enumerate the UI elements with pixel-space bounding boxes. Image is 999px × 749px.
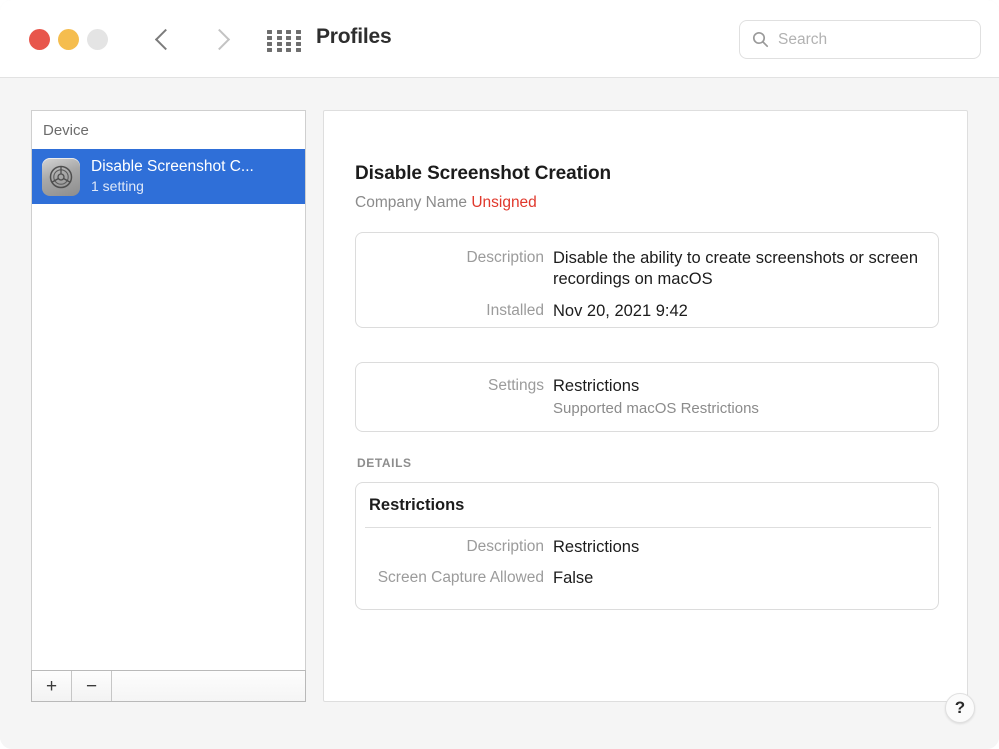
installed-value: Nov 20, 2021 9:42	[553, 302, 688, 320]
chevron-right-icon	[213, 28, 226, 50]
details-screen-capture-label: Screen Capture Allowed	[377, 569, 544, 586]
back-button[interactable]	[145, 22, 179, 56]
status-badge-unsigned: Unsigned	[471, 194, 537, 211]
sidebar-header-device: Device	[32, 111, 305, 149]
grid-dot	[276, 42, 282, 46]
settings-value: Restrictions	[553, 377, 640, 395]
description-row: Description Disable the ability to creat…	[356, 248, 938, 290]
grid-dot	[267, 30, 272, 34]
grid-dot	[286, 42, 291, 46]
details-description-row: Description Restrictions	[356, 537, 938, 558]
zoom-window-button[interactable]	[87, 29, 108, 50]
remove-profile-button[interactable]: −	[72, 671, 112, 701]
grid-dot	[276, 48, 282, 52]
grid-dot	[295, 42, 301, 46]
grid-dot	[276, 30, 282, 34]
forward-button[interactable]	[202, 22, 236, 56]
sidebar-footer-spacer	[112, 671, 305, 701]
traffic-light-controls	[29, 29, 108, 50]
grid-apps-icon[interactable]	[266, 29, 304, 52]
details-description-value: Restrictions	[553, 538, 640, 556]
minimize-window-button[interactable]	[58, 29, 79, 50]
installed-row: Installed Nov 20, 2021 9:42	[356, 301, 938, 322]
chevron-left-icon	[156, 28, 169, 50]
grid-dot	[295, 30, 301, 34]
sidebar-item-label: Disable Screenshot C...	[91, 158, 254, 176]
help-button[interactable]: ?	[945, 693, 975, 723]
settings-row: Settings Restrictions Supported macOS Re…	[356, 376, 938, 418]
add-profile-button[interactable]: +	[32, 671, 72, 701]
grid-dot	[286, 48, 291, 52]
details-card-divider	[365, 527, 931, 528]
search-icon	[752, 31, 769, 48]
grid-dot	[267, 42, 272, 46]
profile-organization: Company Name	[355, 194, 467, 211]
window-toolbar: Profiles	[0, 0, 999, 78]
grid-dot	[286, 30, 291, 34]
page-title: Profiles	[316, 25, 392, 48]
grid-dot	[276, 36, 282, 40]
profile-organization-row: Company Name Unsigned	[355, 194, 537, 212]
sidebar-footer-toolbar: + −	[31, 670, 306, 702]
sidebar-item-setting-count: 1 setting	[91, 178, 144, 195]
device-sidebar: Device Disable Screenshot C... 1 setting	[31, 110, 306, 670]
close-window-button[interactable]	[29, 29, 50, 50]
details-description-label: Description	[466, 538, 544, 555]
details-screen-capture-value: False	[553, 569, 594, 587]
settings-value-group: Restrictions Supported macOS Restriction…	[553, 376, 759, 418]
profile-gear-icon	[42, 157, 80, 196]
profile-detail-panel: Disable Screenshot Creation Company Name…	[323, 110, 968, 702]
search-input[interactable]	[778, 30, 968, 49]
details-section-label: DETAILS	[357, 456, 412, 470]
grid-dot	[267, 48, 272, 52]
settings-subtitle: Supported macOS Restrictions	[553, 399, 759, 417]
grid-dot	[295, 36, 301, 40]
description-value: Disable the ability to create screenshot…	[553, 249, 919, 288]
details-screen-capture-row: Screen Capture Allowed False	[356, 568, 938, 589]
details-card: Restrictions Description Restrictions Sc…	[355, 482, 939, 610]
grid-dot	[286, 36, 291, 40]
grid-dot	[295, 48, 301, 52]
profiles-window: Profiles Device	[0, 0, 999, 749]
installed-label: Installed	[486, 302, 544, 319]
details-card-heading: Restrictions	[369, 496, 465, 514]
search-field[interactable]	[739, 20, 981, 59]
description-card: Description Disable the ability to creat…	[355, 232, 939, 328]
sidebar-item-text: Disable Screenshot C... 1 setting	[91, 158, 254, 195]
sidebar-item-disable-screenshot-creation[interactable]: Disable Screenshot C... 1 setting	[32, 149, 305, 204]
content-area: Device Disable Screenshot C... 1 setting…	[0, 78, 999, 749]
settings-label: Settings	[487, 377, 544, 394]
settings-card[interactable]: Settings Restrictions Supported macOS Re…	[355, 362, 939, 432]
grid-dot	[267, 36, 272, 40]
profile-title: Disable Screenshot Creation	[355, 163, 611, 184]
description-label: Description	[466, 249, 544, 266]
